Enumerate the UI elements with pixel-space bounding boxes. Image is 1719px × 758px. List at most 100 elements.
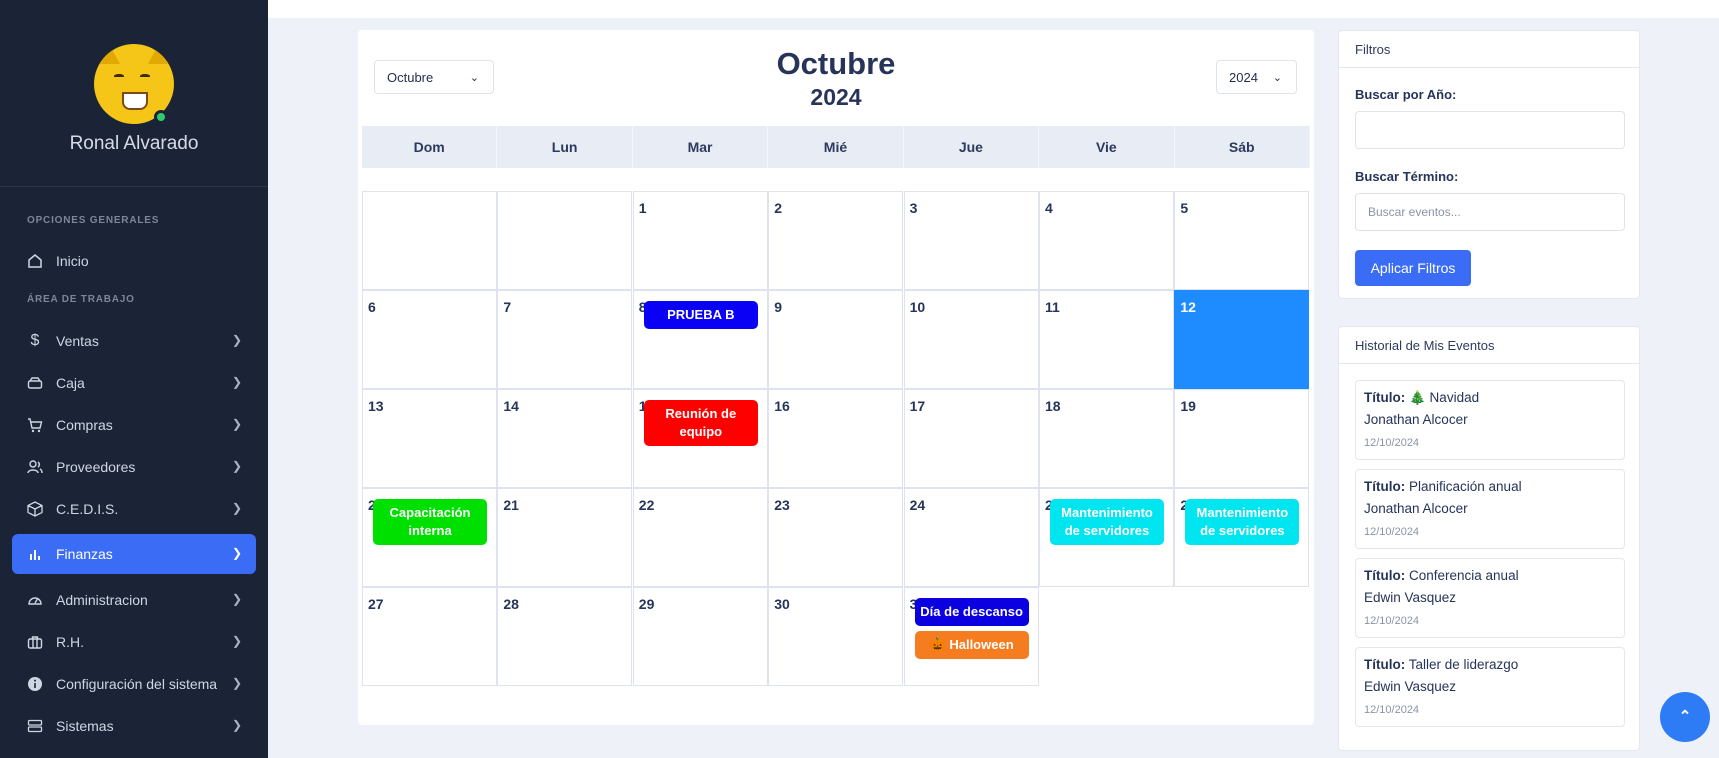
calendar-day-cell[interactable]: 6 (362, 290, 497, 389)
calendar-day-cell[interactable]: 9 (768, 290, 904, 389)
filters-heading: Filtros (1339, 31, 1639, 68)
calendar-empty-cell[interactable] (497, 191, 633, 290)
calendar-day-cell[interactable]: 17 (903, 389, 1039, 488)
online-status-icon (154, 110, 168, 124)
chevron-right-icon: ❯ (231, 501, 242, 515)
calendar-day-cell[interactable]: 29 (632, 587, 768, 686)
sidebar-item-caja[interactable]: Caja ❯ (12, 364, 256, 402)
term-filter-input[interactable]: Buscar eventos... (1355, 193, 1625, 231)
sidebar-item-label: Proveedores (56, 459, 136, 475)
day-number: 3 (909, 200, 918, 216)
calendar-day-cell[interactable]: 21 (497, 488, 633, 587)
calendar-day-cell[interactable]: 16 (768, 389, 904, 488)
calendar-day-cell[interactable]: 31Día de descanso🎃 Halloween (903, 587, 1039, 686)
weekday-label: Jue (904, 126, 1040, 168)
sidebar-item-sistemas[interactable]: Sistemas ❯ (12, 707, 256, 745)
sidebar: Ronal Alvarado OPCIONES GENERALES Inicio… (0, 0, 268, 758)
history-author: Jonathan Alcocer (1364, 501, 1468, 516)
sidebar-item-ventas[interactable]: $ Ventas ❯ (12, 322, 256, 360)
day-number: 6 (368, 299, 376, 315)
calendar-event[interactable]: 🎃 Halloween (914, 631, 1029, 659)
double-chevron-up-icon: ⌃ (1678, 708, 1692, 725)
chevron-right-icon: ❯ (231, 333, 242, 347)
calendar-event[interactable]: Mantenimiento de servidores (1050, 499, 1164, 545)
calendar-event[interactable]: Mantenimiento de servidores (1185, 499, 1300, 545)
calendar-event[interactable]: Capacitación interna (373, 499, 487, 545)
sidebar-item-compras[interactable]: Compras ❯ (12, 406, 256, 444)
calendar-day-cell[interactable]: 20Capacitación interna (362, 488, 497, 587)
history-item[interactable]: Título: 🎄 Navidad Jonathan Alcocer 12/10… (1355, 380, 1625, 460)
history-item[interactable]: Título: Planificación anual Jonathan Alc… (1355, 469, 1625, 549)
day-number: 18 (1045, 398, 1061, 414)
day-number: 24 (909, 497, 926, 513)
chevron-right-icon: ❯ (231, 546, 242, 560)
day-number: 13 (368, 398, 384, 414)
day-number: 7 (503, 299, 512, 315)
sidebar-item-finanzas[interactable]: Finanzas ❯ (12, 534, 256, 574)
day-number: 1 (638, 200, 647, 216)
history-title-prefix: Título: (1364, 568, 1406, 583)
sidebar-item-configuracion[interactable]: Configuración del sistema ❯ (12, 665, 256, 703)
calendar-empty-cell[interactable] (362, 191, 497, 290)
calendar-day-cell[interactable]: 3 (903, 191, 1039, 290)
chevron-right-icon: ❯ (231, 634, 242, 648)
year-filter-input[interactable] (1355, 111, 1625, 149)
calendar-day-cell[interactable]: 22 (632, 488, 768, 587)
calendar-event[interactable]: Reunión de equipo (643, 400, 758, 446)
sidebar-item-label: Compras (56, 417, 113, 433)
sidebar-item-proveedores[interactable]: Proveedores ❯ (12, 448, 256, 486)
calendar-day-cell[interactable]: 10 (903, 290, 1039, 389)
history-item[interactable]: Título: Conferencia anual Edwin Vasquez … (1355, 558, 1625, 638)
sidebar-item-rh[interactable]: R.H. ❯ (12, 623, 256, 661)
day-number: 12 (1180, 299, 1196, 315)
day-number: 10 (909, 299, 926, 315)
calendar-day-cell[interactable]: 23 (768, 488, 904, 587)
calendar-day-cell[interactable]: 28 (497, 587, 633, 686)
bar-chart-icon (26, 545, 44, 563)
chevron-right-icon: ❯ (231, 417, 242, 431)
chevron-right-icon: ❯ (231, 718, 242, 732)
calendar-day-cell[interactable]: 24 (903, 488, 1039, 587)
section-title-work: ÁREA DE TRABAJO (27, 294, 135, 305)
calendar-day-cell[interactable]: 12 (1174, 290, 1310, 389)
cart-icon (26, 416, 44, 434)
calendar-day-cell[interactable]: 18 (1039, 389, 1174, 488)
history-date: 12/10/2024 (1364, 437, 1420, 449)
calendar-day-cell[interactable]: 19 (1174, 389, 1310, 488)
history-date: 12/10/2024 (1364, 526, 1420, 538)
section-title-general: OPCIONES GENERALES (27, 215, 160, 226)
calendar-day-cell[interactable]: 13 (362, 389, 497, 488)
calendar-day-cell[interactable]: 7 (497, 290, 633, 389)
calendar-day-cell[interactable]: 27 (362, 587, 497, 686)
history-heading: Historial de Mis Eventos (1339, 327, 1639, 364)
calendar-day-cell[interactable]: 25Mantenimiento de servidores (1039, 488, 1174, 587)
sidebar-item-inicio[interactable]: Inicio (12, 242, 256, 280)
history-title-prefix: Título: (1364, 657, 1406, 672)
apply-filters-button[interactable]: Aplicar Filtros (1355, 250, 1471, 286)
year-select[interactable]: 2024 ⌄ (1216, 60, 1297, 94)
calendar-day-cell[interactable]: 14 (497, 389, 633, 488)
sidebar-item-administracion[interactable]: Administracion ❯ (12, 581, 256, 619)
calendar-day-cell[interactable]: 1 (632, 191, 768, 290)
chevron-right-icon: ❯ (231, 459, 242, 473)
calendar-day-cell[interactable]: 5 (1174, 191, 1310, 290)
calendar-day-cell[interactable]: 4 (1039, 191, 1174, 290)
calendar-day-cell[interactable]: 30 (768, 587, 904, 686)
history-title-prefix: Título: (1364, 390, 1406, 405)
scroll-to-top-button[interactable]: ⌃ (1660, 692, 1710, 742)
calendar-day-cell[interactable]: 15Reunión de equipo (632, 389, 768, 488)
sidebar-item-cedis[interactable]: C.E.D.I.S. ❯ (12, 490, 256, 528)
day-number: 2 (774, 200, 782, 216)
history-author: Edwin Vasquez (1364, 679, 1457, 694)
history-title: 🎄 Navidad (1409, 390, 1480, 405)
history-item[interactable]: Título: Taller de liderazgo Edwin Vasque… (1355, 647, 1625, 727)
sidebar-item-label: Sistemas (56, 718, 114, 734)
calendar-day-cell[interactable]: 2 (768, 191, 904, 290)
calendar-day-cell[interactable]: 26Mantenimiento de servidores (1174, 488, 1310, 587)
calendar-event[interactable]: PRUEBA B (643, 301, 758, 329)
calendar-day-cell[interactable]: 8 PRUEBA B (632, 290, 768, 389)
home-icon (26, 252, 44, 270)
calendar-event[interactable]: Día de descanso (914, 598, 1029, 626)
sidebar-item-label: Inicio (56, 253, 89, 269)
calendar-day-cell[interactable]: 11 (1039, 290, 1174, 389)
